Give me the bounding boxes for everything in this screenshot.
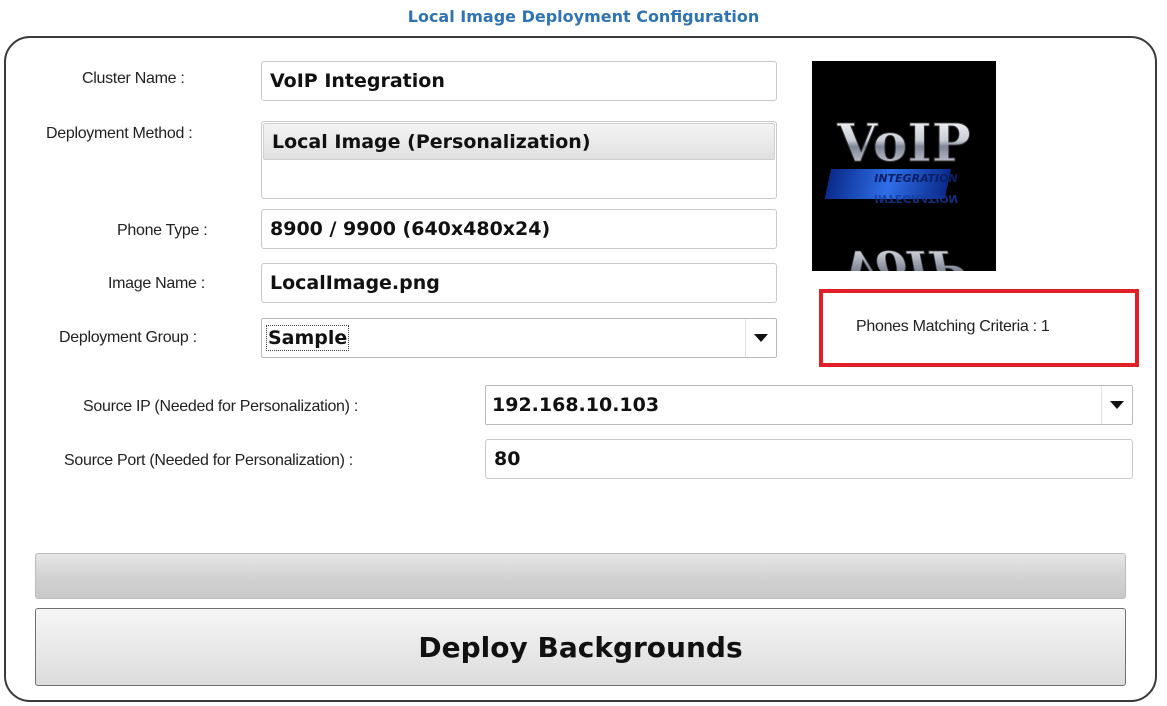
source-ip-value: 192.168.10.103 (492, 394, 660, 416)
phone-type-label: Phone Type : (117, 222, 208, 239)
deploy-backgrounds-button[interactable]: Deploy Backgrounds (35, 608, 1126, 686)
image-name-field[interactable]: LocalImage.png (261, 263, 777, 303)
chevron-down-icon[interactable] (745, 319, 776, 357)
deployment-group-dropdown[interactable]: Sample (261, 318, 777, 358)
svg-text:VoIP: VoIP (842, 239, 967, 271)
deployment-method-option[interactable]: Local Image (Personalization) (263, 123, 775, 160)
source-port-field[interactable]: 80 (485, 439, 1133, 479)
source-ip-label: Source IP (Needed for Personalization) : (83, 398, 358, 415)
cluster-name-label: Cluster Name : (82, 70, 185, 87)
logo-text: VoIP (836, 113, 971, 174)
image-name-label: Image Name : (108, 275, 205, 292)
deployment-method-label: Deployment Method : (46, 125, 193, 142)
source-port-label: Source Port (Needed for Personalization)… (64, 452, 353, 469)
deployment-group-label: Deployment Group : (59, 329, 197, 346)
svg-text:INTEGRATION: INTEGRATION (874, 192, 957, 205)
cluster-name-field[interactable]: VoIP Integration (261, 61, 777, 101)
source-ip-dropdown[interactable]: 192.168.10.103 (485, 385, 1133, 425)
voip-integration-logo-icon: VoIP INTEGRATION INTEGRATION VoIP (812, 61, 996, 295)
logo-band-text: INTEGRATION (874, 172, 957, 185)
phones-matching-criteria: Phones Matching Criteria : 1 (856, 318, 1050, 335)
page-caption: Local Image Deployment Configuration (407, 7, 760, 26)
phone-type-field[interactable]: 8900 / 9900 (640x480x24) (261, 209, 777, 249)
deployment-group-value: Sample (265, 325, 350, 351)
chevron-down-icon[interactable] (1101, 386, 1132, 424)
deployment-method-listbox[interactable]: Local Image (Personalization) (261, 121, 777, 199)
deployment-progress-bar (35, 553, 1126, 599)
